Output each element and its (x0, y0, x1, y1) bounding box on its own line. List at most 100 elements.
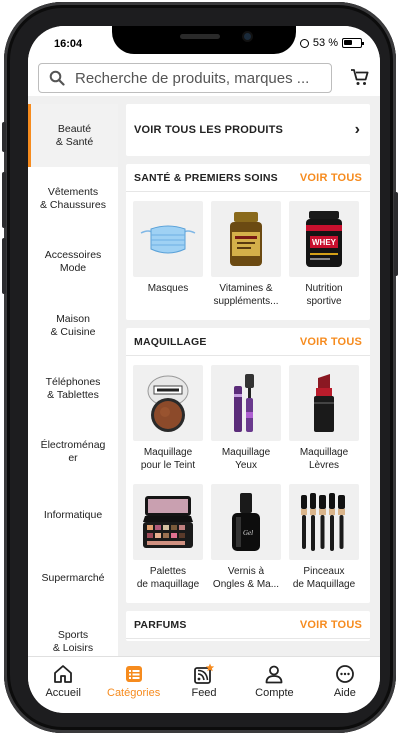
phone-frame: 16:04 53 % Beauté & Santé Vêtements & Cha… (2, 2, 398, 733)
subcategory-label: Palettes de maquillage (136, 566, 200, 590)
battery-percent: 53 % (312, 37, 338, 49)
section-header: MAQUILLAGE VOIR TOUS (126, 328, 370, 356)
section-header: SANTÉ & PREMIERS SOINS VOIR TOUS (126, 164, 370, 192)
category-section: MAQUILLAGE VOIR TOUS Maquillage pour le Te… (126, 328, 370, 603)
tab-label: Catégories (107, 687, 161, 699)
section-title: MAQUILLAGE (134, 335, 207, 348)
section-header: PARFUMS VOIR TOUS (126, 611, 370, 639)
search-icon[interactable] (39, 64, 75, 92)
help-icon (334, 663, 356, 685)
sidebar-item[interactable]: Vêtements & Chaussures (28, 167, 118, 230)
sidebar-item-label: Maison & Cuisine (50, 312, 96, 338)
section-title: SANTÉ & PREMIERS SOINS (134, 171, 278, 184)
all-products-link[interactable]: VOIR TOUS LES PRODUITS › (126, 104, 370, 156)
search-box[interactable] (38, 63, 332, 93)
subcategory-tile[interactable]: Maquillage Lèvres (289, 365, 359, 474)
screen: 16:04 53 % Beauté & Santé Vêtements & Cha… (28, 26, 380, 713)
volume-down-button (2, 238, 6, 294)
sidebar-item-label: Informatique (43, 508, 103, 521)
subcategory-label: Pinceaux de Maquillage (292, 566, 356, 590)
subcategory-label: Maquillage pour le Teint (140, 447, 196, 471)
subcategory-label: Maquillage Yeux (221, 447, 271, 471)
tab-catégories[interactable]: Catégories (98, 657, 168, 713)
status-indicators: 53 % (299, 37, 364, 49)
category-content: VOIR TOUS LES PRODUITS › SANTÉ & PREMIER… (126, 104, 370, 656)
speaker (180, 34, 220, 39)
sidebar-item[interactable]: Maison & Cuisine (28, 294, 118, 357)
tab-aide[interactable]: Aide (310, 657, 380, 713)
tab-label: Compte (255, 687, 294, 699)
categories-icon (123, 663, 145, 685)
tab-feed[interactable]: Feed (169, 657, 239, 713)
vitamin-bottle-icon (211, 201, 281, 277)
feed-icon (193, 663, 215, 685)
all-products-label: VOIR TOUS LES PRODUITS (134, 124, 284, 136)
subcategory-label: Masques (147, 283, 189, 294)
sidebar-item[interactable]: Accessoires Mode (28, 231, 118, 294)
account-icon (263, 663, 285, 685)
bottom-tab-bar: Accueil Catégories Feed Compte Aide (28, 656, 380, 713)
tab-label: Aide (333, 687, 356, 699)
subcategory-grid: Maquillage pour le Teint Maquillage Yeux M… (126, 356, 370, 603)
category-sidebar: Beauté & Santé Vêtements & Chaussures Acce… (28, 104, 118, 656)
sidebar-item-label: Vêtements & Chaussures (40, 185, 106, 211)
alarm-icon (299, 38, 309, 48)
sidebar-item-label: Supermarché (41, 572, 105, 585)
tab-label: Accueil (45, 687, 81, 699)
front-camera (242, 31, 253, 42)
tab-accueil[interactable]: Accueil (28, 657, 98, 713)
subcategory-label: Nutrition sportive (305, 283, 343, 307)
mute-switch (2, 122, 6, 152)
tab-label: Feed (191, 687, 217, 699)
subcategory-tile[interactable]: Vitamines & suppléments... (211, 201, 281, 310)
sidebar-item-label: Téléphones & Tablettes (45, 375, 101, 401)
face-mask-icon (133, 201, 203, 277)
subcategory-tile[interactable]: Pinceaux de Maquillage (289, 484, 359, 593)
subcategory-tile[interactable]: WHEY Nutrition sportive (289, 201, 359, 310)
makeup-palette-icon (133, 484, 203, 560)
sidebar-item[interactable]: Téléphones & Tablettes (28, 357, 118, 420)
subcategory-label: Vitamines & suppléments... (213, 283, 279, 307)
search-input[interactable] (75, 69, 325, 87)
home-icon (52, 663, 74, 685)
sidebar-item-label: Électroménag er (40, 439, 106, 465)
status-time: 16:04 (54, 38, 83, 50)
subcategory-label: Vernis à Ongles & Ma... (212, 566, 280, 590)
top-bar (28, 58, 380, 96)
subcategory-label: Maquillage Lèvres (299, 447, 349, 471)
sidebar-item[interactable]: Informatique (28, 484, 118, 547)
nail-polish-icon: Gel (211, 484, 281, 560)
notch (112, 26, 296, 54)
category-section: PARFUMS VOIR TOUS (126, 611, 370, 641)
subcategory-tile[interactable]: Maquillage pour le Teint (133, 365, 203, 474)
see-all-link[interactable]: VOIR TOUS (300, 619, 362, 631)
sidebar-item-label: Accessoires Mode (44, 249, 102, 275)
chevron-right-icon: › (354, 121, 360, 138)
see-all-link[interactable]: VOIR TOUS (300, 172, 362, 184)
battery-icon (342, 38, 364, 48)
power-button (394, 192, 398, 276)
whey-protein-icon: WHEY (289, 201, 359, 277)
see-all-link[interactable]: VOIR TOUS (300, 336, 362, 348)
mascara-icon (211, 365, 281, 441)
subcategory-tile[interactable]: Maquillage Yeux (211, 365, 281, 474)
section-title: PARFUMS (134, 618, 187, 631)
tab-compte[interactable]: Compte (239, 657, 309, 713)
category-section: SANTÉ & PREMIERS SOINS VOIR TOUS Masques Vi… (126, 164, 370, 320)
subcategory-grid: Masques Vitamines & suppléments... WHEY Nut… (126, 192, 370, 320)
subcategory-tile[interactable]: Palettes de maquillage (133, 484, 203, 593)
compact-powder-icon (133, 365, 203, 441)
sidebar-item[interactable]: Beauté & Santé (28, 104, 118, 168)
volume-up-button (2, 172, 6, 228)
subcategory-tile[interactable]: Gel Vernis à Ongles & Ma... (211, 484, 281, 593)
sidebar-item[interactable]: Supermarché (28, 547, 118, 610)
svg-text:WHEY: WHEY (312, 238, 337, 247)
lipstick-icon (289, 365, 359, 441)
subcategory-tile[interactable]: Masques (133, 201, 203, 310)
svg-text:Gel: Gel (243, 529, 253, 537)
sidebar-item-label: Beauté & Santé (55, 122, 94, 148)
sidebar-item[interactable]: Électroménag er (28, 420, 118, 483)
cart-icon[interactable] (346, 64, 374, 92)
sidebar-item-label: Sports & Loisirs (52, 629, 94, 655)
makeup-brushes-icon (289, 484, 359, 560)
